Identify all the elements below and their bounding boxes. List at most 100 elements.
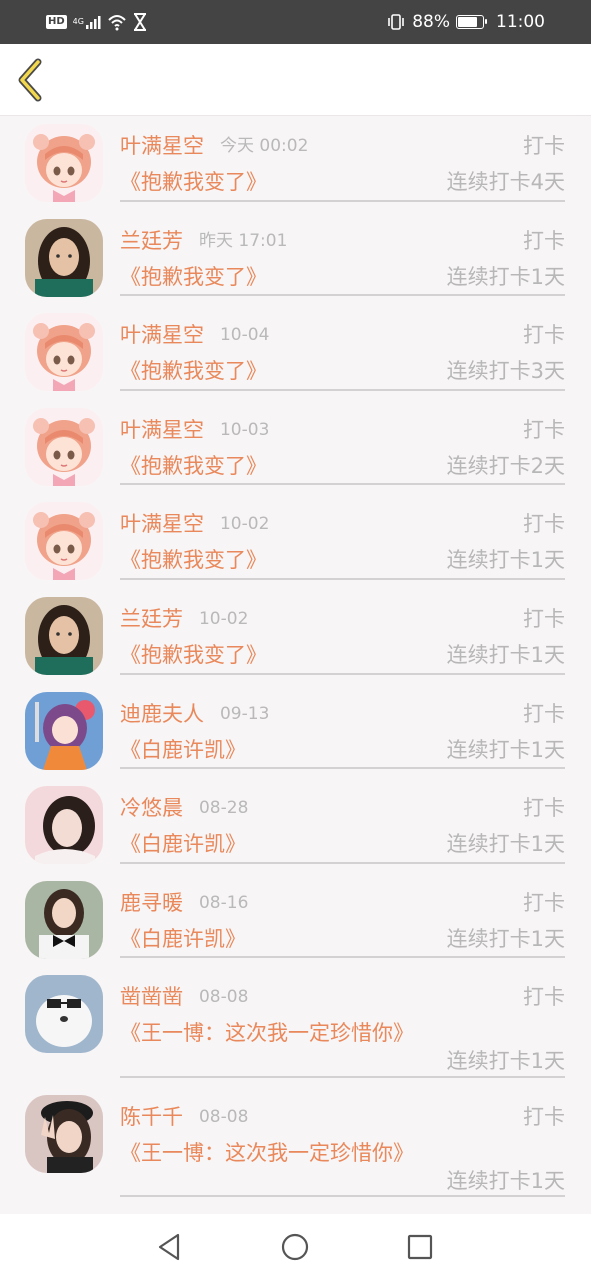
checkin-action-label[interactable]: 打卡 [523, 414, 565, 446]
checkin-row[interactable]: 叶满星空 10-04 打卡 《抱歉我变了》 连续打卡3天 [0, 305, 591, 400]
avatar[interactable] [25, 597, 103, 675]
checkin-row[interactable]: 凿凿凿 08-08 打卡 《王一博：这次我一定珍惜你》 连续打卡1天 [0, 967, 591, 1087]
row-divider [120, 861, 565, 864]
user-name[interactable]: 鹿寻暖 [120, 887, 183, 919]
square-recents-icon [407, 1234, 433, 1260]
chevron-left-icon [18, 58, 42, 102]
checkin-row[interactable]: 叶满星空 10-02 打卡 《抱歉我变了》 连续打卡1天 [0, 494, 591, 589]
battery-percent: 88% [412, 12, 450, 32]
checkin-time: 昨天 17:01 [198, 230, 288, 251]
checkin-time: 今天 00:02 [219, 136, 309, 156]
avatar[interactable] [25, 502, 103, 581]
checkin-action-label[interactable]: 打卡 [523, 792, 565, 824]
row-divider [120, 1075, 565, 1078]
checkin-time: 08-16 [198, 892, 249, 913]
user-name[interactable]: 叶满星空 [120, 508, 204, 540]
book-title[interactable]: 《抱歉我变了》 [120, 261, 420, 293]
checkin-row[interactable]: 兰廷芳 10-02 打卡 《抱歉我变了》 连续打卡1天 [0, 589, 591, 684]
user-name[interactable]: 叶满星空 [120, 319, 204, 351]
streak-count: 连续打卡1天 [446, 832, 565, 857]
checkin-time: 10-03 [219, 419, 270, 440]
streak-count: 连续打卡1天 [446, 548, 565, 573]
checkin-action-label[interactable]: 打卡 [523, 319, 565, 351]
user-name[interactable]: 叶满星空 [120, 130, 204, 162]
book-title[interactable]: 《抱歉我变了》 [120, 355, 420, 387]
checkin-row[interactable]: 冷悠晨 08-28 打卡 《白鹿许凯》 连续打卡1天 [0, 778, 591, 873]
book-title[interactable]: 《王一博：这次我一定珍惜你》 [120, 1137, 420, 1169]
checkin-row[interactable]: 陈千千 08-08 打卡 《王一博：这次我一定珍惜你》 连续打卡1天 [0, 1087, 591, 1207]
checkin-action-label[interactable]: 打卡 [523, 603, 565, 635]
user-name[interactable]: 兰廷芳 [120, 603, 183, 635]
streak-count: 连续打卡1天 [446, 1168, 565, 1193]
nav-recents-button[interactable] [404, 1231, 436, 1263]
row-divider [120, 577, 565, 580]
book-title[interactable]: 《抱歉我变了》 [120, 639, 420, 671]
clock: 11:00 [496, 12, 545, 32]
checkin-row[interactable]: 叶满星空 今天 00:02 打卡 《抱歉我变了》 连续打卡4天 [0, 116, 591, 211]
battery-icon [456, 15, 487, 29]
checkin-action-label[interactable]: 打卡 [523, 1101, 565, 1133]
checkin-row[interactable]: 鹿寻暖 08-16 打卡 《白鹿许凯》 连续打卡1天 [0, 873, 591, 968]
woman-dark-hair-avatar-image [25, 597, 103, 675]
user-name[interactable]: 冷悠晨 [120, 792, 183, 824]
streak-count: 连续打卡1天 [446, 264, 565, 289]
avatar[interactable] [25, 691, 103, 770]
avatar[interactable] [25, 218, 103, 297]
book-title[interactable]: 《抱歉我变了》 [120, 450, 420, 482]
back-button[interactable] [14, 58, 48, 102]
status-icons-right: 88% 11:00 [386, 0, 545, 44]
checkin-action-label[interactable]: 打卡 [523, 225, 565, 257]
checkin-action-label[interactable]: 打卡 [523, 508, 565, 540]
4g-signal-icon: 4G [73, 14, 101, 30]
battery-level-fill [458, 17, 478, 27]
anime-girl-pink-avatar-image [25, 407, 103, 486]
row-divider [120, 483, 565, 486]
circle-home-icon [281, 1233, 309, 1261]
checkin-row[interactable]: 叶满星空 10-03 打卡 《抱歉我变了》 连续打卡2天 [0, 400, 591, 495]
avatar[interactable] [25, 880, 103, 959]
vibrate-icon [388, 14, 405, 30]
row-divider [120, 767, 565, 770]
book-title[interactable]: 《抱歉我变了》 [120, 544, 420, 576]
book-title[interactable]: 《王一博：这次我一定珍惜你》 [120, 1017, 420, 1049]
book-title[interactable]: 《白鹿许凯》 [120, 828, 420, 860]
row-divider [120, 672, 565, 675]
streak-count: 连续打卡4天 [446, 170, 565, 194]
checkin-action-label[interactable]: 打卡 [523, 981, 565, 1013]
checkin-time: 10-04 [219, 325, 270, 346]
user-name[interactable]: 叶满星空 [120, 414, 204, 446]
woman-dark-hair-avatar-image [25, 218, 103, 297]
user-name[interactable]: 凿凿凿 [120, 981, 183, 1013]
avatar[interactable] [25, 313, 103, 392]
avatar[interactable] [25, 407, 103, 486]
book-title[interactable]: 《白鹿许凯》 [120, 734, 420, 766]
status-icons-left: HD 4G [46, 0, 147, 44]
row-divider [120, 956, 565, 959]
avatar[interactable] [25, 786, 103, 865]
checkin-row[interactable]: 兰廷芳 昨天 17:01 打卡 《抱歉我变了》 连续打卡1天 [0, 211, 591, 306]
checkin-time: 08-08 [198, 1106, 249, 1127]
avatar[interactable] [25, 975, 103, 1054]
avatar[interactable] [25, 124, 103, 202]
user-name[interactable]: 兰廷芳 [120, 225, 183, 257]
checkin-time: 08-28 [198, 798, 249, 819]
row-divider [120, 199, 565, 202]
checkin-time: 08-08 [198, 987, 249, 1008]
hd-icon: HD [46, 15, 67, 29]
nav-back-button[interactable] [154, 1231, 186, 1263]
checkin-action-label[interactable]: 打卡 [523, 698, 565, 730]
user-name[interactable]: 迪鹿夫人 [120, 698, 204, 730]
checkin-row[interactable]: 迪鹿夫人 09-13 打卡 《白鹿许凯》 连续打卡1天 [0, 684, 591, 779]
anime-girl-pink-avatar-image [25, 124, 103, 202]
book-title[interactable]: 《白鹿许凯》 [120, 923, 420, 955]
streak-count: 连续打卡1天 [446, 926, 565, 951]
user-name[interactable]: 陈千千 [120, 1101, 183, 1133]
nav-home-button[interactable] [279, 1231, 311, 1263]
checkin-action-label[interactable]: 打卡 [523, 130, 565, 162]
streak-count: 连续打卡2天 [446, 453, 565, 478]
streak-count: 连续打卡1天 [446, 1049, 565, 1074]
checkin-action-label[interactable]: 打卡 [523, 887, 565, 919]
book-title[interactable]: 《抱歉我变了》 [120, 166, 420, 198]
anime-girl-pink-avatar-image [25, 313, 103, 392]
avatar[interactable] [25, 1094, 103, 1173]
